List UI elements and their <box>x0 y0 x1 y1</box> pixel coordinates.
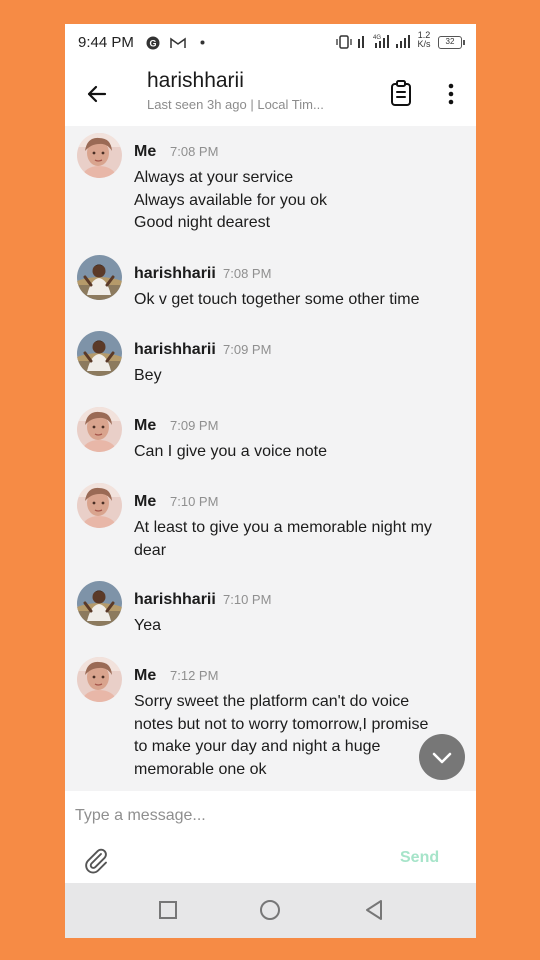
system-nav-bar <box>65 883 476 938</box>
status-bar: 9:44 PM G 4G 1.2 K/s 32 <box>65 24 476 62</box>
last-seen-status: Last seen 3h ago | Local Tim... <box>147 97 324 112</box>
more-options-icon[interactable] <box>437 79 465 109</box>
message-text-line: Yea <box>134 617 161 634</box>
contact-name[interactable]: harishharii <box>147 69 244 93</box>
message-sender: Me <box>134 417 157 434</box>
data-speed: 1.2 K/s <box>417 31 431 49</box>
vibrate-icon <box>336 35 352 49</box>
message-input[interactable] <box>75 801 465 831</box>
app-icon: G <box>146 36 160 50</box>
back-arrow-icon[interactable] <box>79 76 115 112</box>
message-sender: harishharii <box>134 341 216 358</box>
avatar-me[interactable] <box>77 407 122 452</box>
message-time: 7:10 PM <box>170 494 219 509</box>
message-text: Bey <box>134 365 469 388</box>
home-icon[interactable] <box>257 897 283 923</box>
avatar-contact[interactable] <box>77 255 122 300</box>
recent-apps-icon[interactable] <box>155 897 181 923</box>
status-time: 9:44 PM <box>78 34 134 51</box>
svg-text:4G: 4G <box>373 35 381 41</box>
message-text: Always at your service Always available f… <box>134 167 469 235</box>
message-text: Yea <box>134 615 469 638</box>
message-text-line: Ok v get touch together some other time <box>134 291 420 308</box>
message-text-line: Good night dearest <box>134 214 271 231</box>
paperclip-icon[interactable] <box>81 845 111 875</box>
clipboard-icon[interactable] <box>387 79 415 109</box>
message-sender: harishharii <box>134 591 216 608</box>
message-text-line: At least to give you a memorable night m… <box>134 519 432 536</box>
message-time: 7:10 PM <box>223 592 272 607</box>
message-text-line: Always available for you ok <box>134 191 327 209</box>
send-button[interactable]: Send <box>400 849 439 867</box>
signal-1-icon <box>358 36 364 48</box>
signal-icon <box>396 35 410 48</box>
message-time: 7:09 PM <box>170 418 219 433</box>
dot-icon <box>200 40 205 45</box>
message-text-line: Always at your service <box>134 169 294 186</box>
avatar-me[interactable] <box>77 133 122 178</box>
gmail-icon <box>170 37 186 48</box>
message-sender: Me <box>134 667 157 684</box>
message-text-line: Bey <box>134 367 162 384</box>
battery-cap <box>463 40 465 45</box>
scroll-to-bottom-button[interactable] <box>419 734 465 780</box>
message-sender: Me <box>134 493 157 510</box>
message-time: 7:12 PM <box>170 668 219 683</box>
battery-indicator: 32 <box>438 36 462 49</box>
signal-4g-icon: 4G <box>373 35 389 48</box>
message-composer: Send <box>65 791 476 883</box>
avatar-contact[interactable] <box>77 581 122 626</box>
avatar-contact[interactable] <box>77 331 122 376</box>
message-sender: Me <box>134 143 157 160</box>
avatar-me[interactable] <box>77 483 122 528</box>
chat-header: harishharii Last seen 3h ago | Local Tim… <box>65 62 476 126</box>
message-text-line: notes but not to worry tomorrow,I promis… <box>134 715 429 733</box>
message-time: 7:09 PM <box>223 342 272 357</box>
message-text: Ok v get touch together some other time <box>134 289 469 312</box>
message-text-line: Sorry sweet the platform can't do voice <box>134 693 410 710</box>
message-text-line: dear <box>134 541 167 559</box>
phone-screen: 9:44 PM G 4G 1.2 K/s 32 harishharii Last… <box>65 24 476 938</box>
svg-text:G: G <box>149 39 156 49</box>
message-time: 7:08 PM <box>170 144 219 159</box>
back-triangle-icon[interactable] <box>361 897 387 923</box>
message-list[interactable]: Me 7:08 PM Always at your service Always av… <box>65 126 476 791</box>
message-text: At least to give you a memorable night m… <box>134 517 469 562</box>
data-speed-unit: K/s <box>417 39 431 49</box>
message-time: 7:08 PM <box>223 266 272 281</box>
chevron-down-icon <box>432 752 452 764</box>
message-sender: harishharii <box>134 265 216 282</box>
message-text: Can I give you a voice note <box>134 441 469 464</box>
message-text-line: Can I give you a voice note <box>134 443 328 460</box>
avatar-me[interactable] <box>77 657 122 702</box>
